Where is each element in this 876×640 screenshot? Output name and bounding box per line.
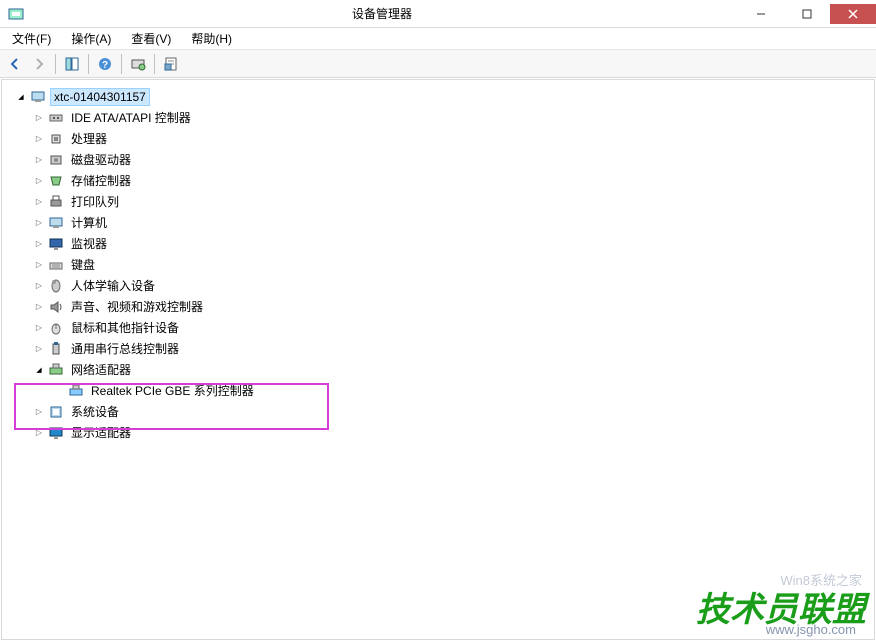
tree-node[interactable]: 存储控制器 [6,170,870,191]
expander-icon[interactable] [32,195,46,209]
window-controls [738,4,876,24]
expander-icon[interactable] [32,258,46,272]
tree-node-label: 监视器 [68,234,110,253]
tree-node-label: 存储控制器 [68,171,134,190]
keyboard-icon [48,257,64,273]
expander-icon[interactable] [32,153,46,167]
network-icon [48,362,64,378]
tree-node[interactable]: 计算机 [6,212,870,233]
tree-root-label: xtc-01404301157 [50,88,150,106]
tree-node-label: 打印队列 [68,192,122,211]
mouse-icon [48,320,64,336]
expander-icon[interactable] [32,279,46,293]
expander-icon[interactable] [32,111,46,125]
toolbar-separator [154,54,155,74]
tree-node[interactable]: 人体学输入设备 [6,275,870,296]
expander-icon[interactable] [32,321,46,335]
properties-button[interactable] [160,53,182,75]
tree-node-label: 人体学输入设备 [68,276,158,295]
expander-icon[interactable] [32,132,46,146]
maximize-button[interactable] [784,4,830,24]
expander-icon[interactable] [32,363,46,377]
computer-icon [48,215,64,231]
menu-view[interactable]: 查看(V) [127,28,175,49]
tree-node[interactable]: 处理器 [6,128,870,149]
tree-node-label: 处理器 [68,129,110,148]
help-button[interactable]: ? [94,53,116,75]
cpu-icon [48,131,64,147]
toolbar: ? [0,50,876,78]
tree-node[interactable]: IDE ATA/ATAPI 控制器 [6,107,870,128]
tree-node-label: 通用串行总线控制器 [68,339,182,358]
sound-icon [48,299,64,315]
back-button[interactable] [4,53,26,75]
menu-file[interactable]: 文件(F) [8,28,55,49]
storage-icon [48,173,64,189]
expander-icon[interactable] [32,300,46,314]
tree-view[interactable]: xtc-01404301157 IDE ATA/ATAPI 控制器处理器磁盘驱动… [1,79,875,640]
expander-icon[interactable] [32,174,46,188]
ide-icon [48,110,64,126]
tree-root-node[interactable]: xtc-01404301157 [6,86,870,107]
tree-node[interactable]: 监视器 [6,233,870,254]
toolbar-separator [88,54,89,74]
usb-icon [48,341,64,357]
tree-node[interactable]: 显示适配器 [6,422,870,443]
tree-node-label: IDE ATA/ATAPI 控制器 [68,108,194,127]
tree-node[interactable]: 通用串行总线控制器 [6,338,870,359]
network-adapter-icon [68,383,84,399]
tree-node[interactable]: 声音、视频和游戏控制器 [6,296,870,317]
computer-icon [30,89,46,105]
tree-node-network[interactable]: 网络适配器 [6,359,870,380]
menu-help[interactable]: 帮助(H) [187,28,236,49]
window-title: 设备管理器 [26,5,738,22]
scan-hardware-button[interactable] [127,53,149,75]
display-icon [48,425,64,441]
tree-node-label: 网络适配器 [68,360,134,379]
tree-node-label: 显示适配器 [68,423,134,442]
system-icon [48,404,64,420]
expander-icon[interactable] [32,405,46,419]
tree-node[interactable]: 磁盘驱动器 [6,149,870,170]
tree-node-network-child[interactable]: Realtek PCIe GBE 系列控制器 [6,380,870,401]
tree-node-label: 鼠标和其他指针设备 [68,318,182,337]
tree-node-label: 键盘 [68,255,98,274]
menu-action[interactable]: 操作(A) [67,28,115,49]
printer-icon [48,194,64,210]
svg-text:?: ? [102,60,108,71]
expander-icon[interactable] [32,342,46,356]
tree-node-label: 系统设备 [68,402,122,421]
tree-node-label: Realtek PCIe GBE 系列控制器 [88,381,257,400]
forward-button[interactable] [28,53,50,75]
tree-node-label: 计算机 [68,213,110,232]
close-button[interactable] [830,4,876,24]
expander-icon[interactable] [32,216,46,230]
expander-icon[interactable] [14,90,28,104]
tree-node[interactable]: 鼠标和其他指针设备 [6,317,870,338]
show-hide-tree-button[interactable] [61,53,83,75]
tree-node[interactable]: 打印队列 [6,191,870,212]
minimize-button[interactable] [738,4,784,24]
toolbar-separator [55,54,56,74]
monitor-icon [48,236,64,252]
watermark-url: www.jsgho.com [766,622,856,637]
tree-node[interactable]: 系统设备 [6,401,870,422]
expander-icon[interactable] [32,426,46,440]
menubar: 文件(F) 操作(A) 查看(V) 帮助(H) [0,28,876,50]
titlebar: 设备管理器 [0,0,876,28]
expander-icon[interactable] [32,237,46,251]
app-icon [6,4,26,24]
hid-icon [48,278,64,294]
tree-node[interactable]: 键盘 [6,254,870,275]
disk-icon [48,152,64,168]
tree-node-label: 声音、视频和游戏控制器 [68,297,206,316]
toolbar-separator [121,54,122,74]
tree-node-label: 磁盘驱动器 [68,150,134,169]
